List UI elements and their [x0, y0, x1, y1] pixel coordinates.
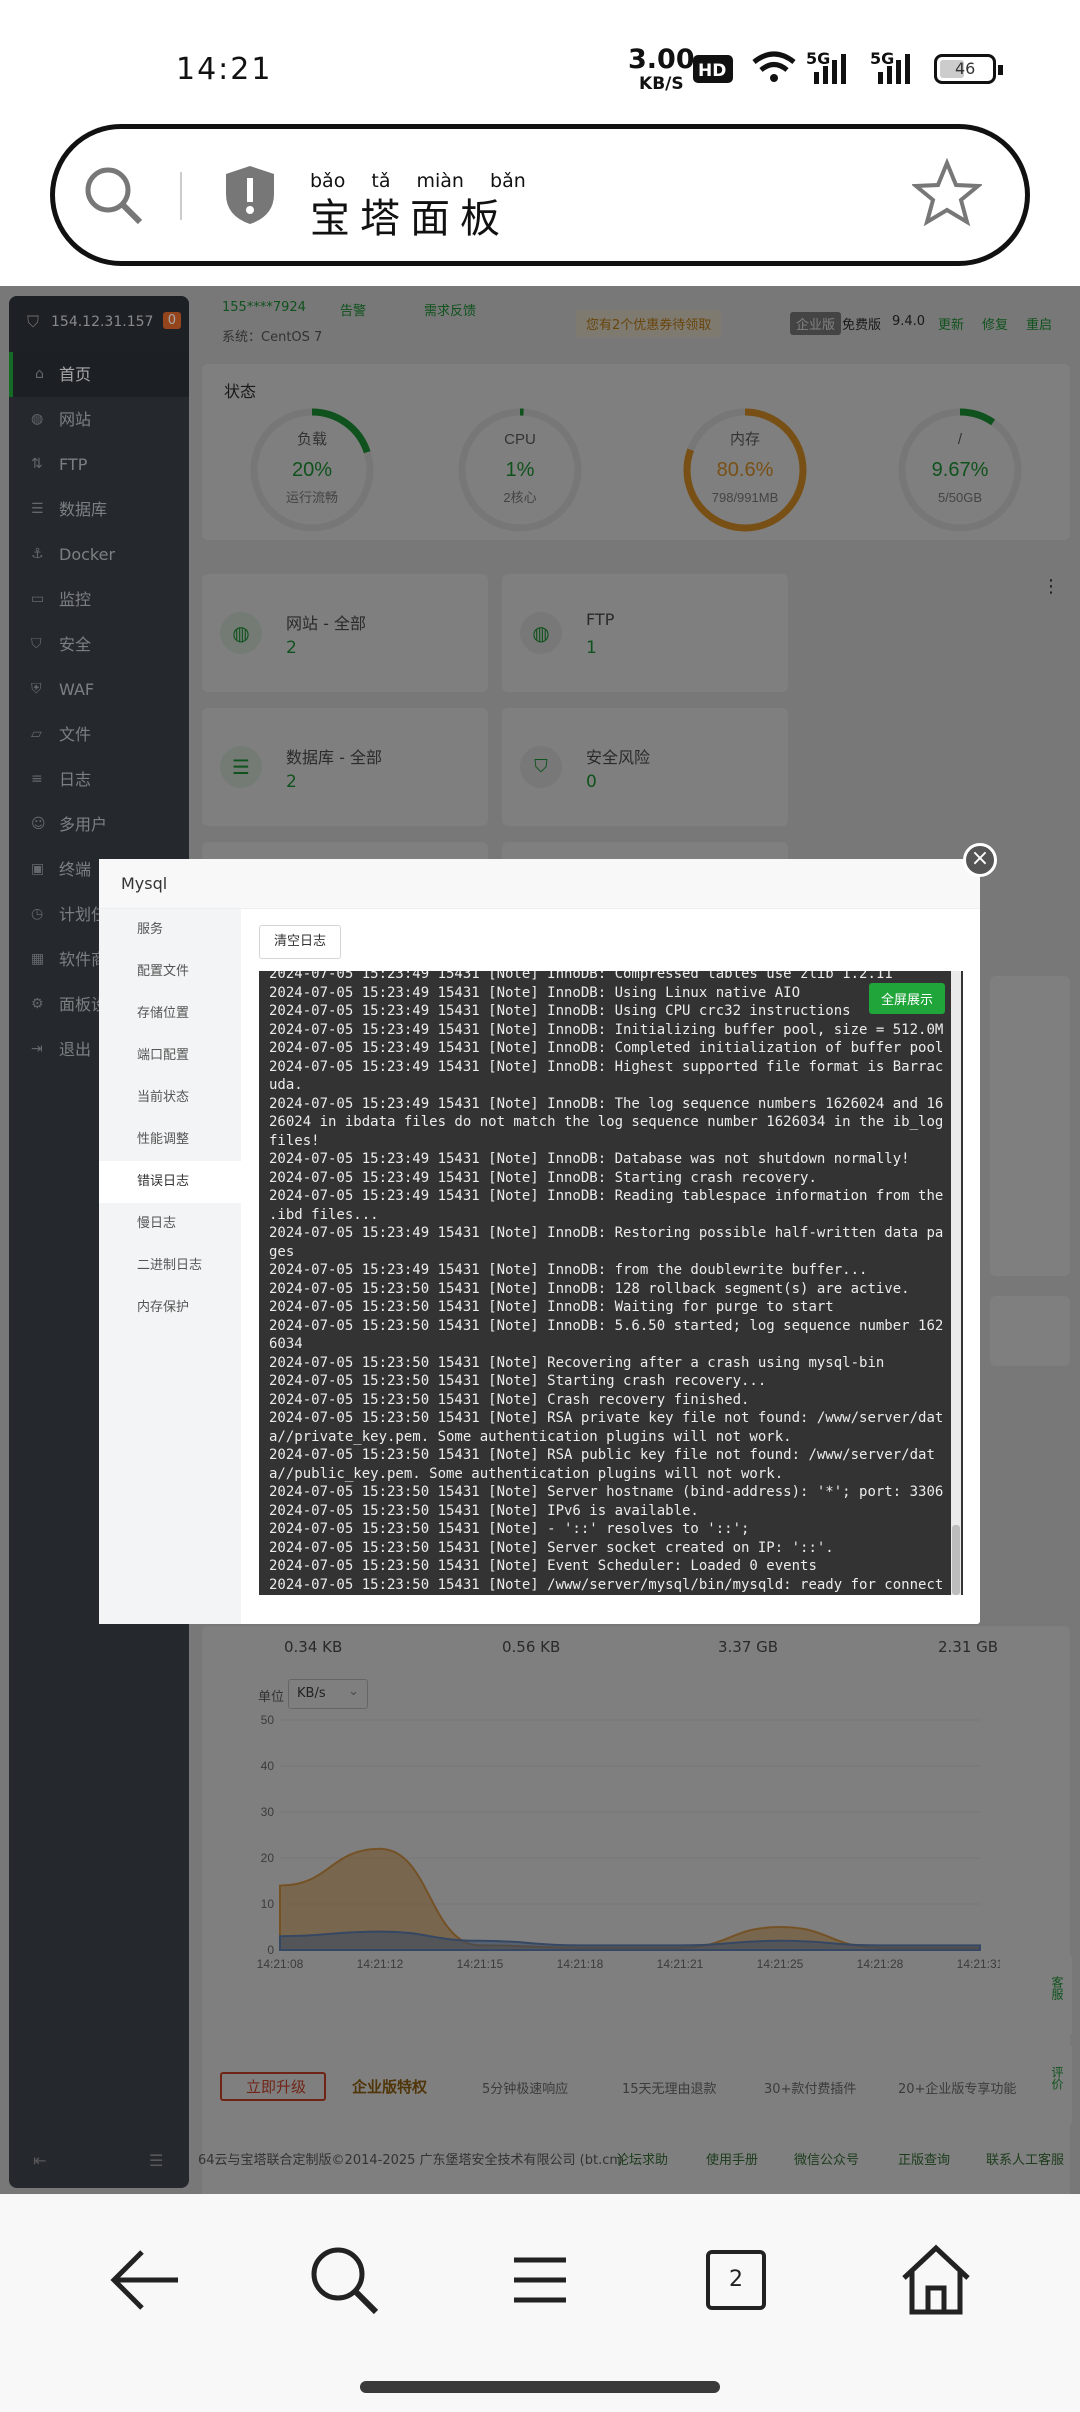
page-title: 宝塔面板	[310, 196, 510, 242]
modal-menu-item[interactable]: 配置文件	[99, 951, 241, 993]
modal-menu: 服务 配置文件 存储位置 端口配置 当前状态 性能调整 错误日志 慢日志 二进制日志 内存保护	[99, 909, 241, 1624]
gesture-bar[interactable]	[360, 2381, 720, 2393]
scrollbar-thumb[interactable]	[952, 1525, 960, 1595]
mysql-modal: Mysql 服务 配置文件 存储位置 端口配置 当前状态 性能调整 错误日志 慢日志 二进制日志…	[99, 859, 980, 1624]
error-log-viewer[interactable]: 2024-07-05 15:23:49 15431 [Note] InnoDB:…	[259, 971, 963, 1595]
modal-menu-item[interactable]: 内存保护	[99, 1287, 241, 1329]
status-bar: 14:21 3.00 KB/S HD 5G 5G 46	[0, 0, 1080, 130]
svg-text:HD: HD	[698, 61, 726, 81]
back-arrow-icon[interactable]	[106, 2240, 186, 2320]
modal-menu-item[interactable]: 错误日志	[99, 1161, 241, 1203]
network-speed: 3.00 KB/S	[628, 46, 695, 96]
close-icon[interactable]: ×	[963, 843, 997, 877]
svg-text:5G: 5G	[806, 49, 830, 68]
modal-menu-item[interactable]: 慢日志	[99, 1203, 241, 1245]
speed-unit: KB/S	[639, 74, 684, 94]
bookmark-star-icon[interactable]	[912, 158, 982, 228]
modal-title: Mysql	[99, 859, 980, 909]
wifi-icon	[752, 51, 796, 82]
modal-menu-item[interactable]: 服务	[99, 909, 241, 951]
modal-menu-item[interactable]: 存储位置	[99, 993, 241, 1035]
clear-log-button[interactable]: 清空日志	[259, 925, 342, 959]
clock: 14:21	[176, 52, 273, 87]
battery-level: 46	[955, 59, 976, 78]
modal-menu-item[interactable]: 当前状态	[99, 1077, 241, 1119]
signal-5g-icon: 5G	[806, 49, 846, 84]
modal-menu-item[interactable]: 性能调整	[99, 1119, 241, 1161]
search-icon[interactable]	[304, 2240, 384, 2320]
divider	[180, 172, 182, 220]
modal-menu-item[interactable]: 端口配置	[99, 1035, 241, 1077]
tabs-button[interactable]: 2	[706, 2250, 766, 2310]
menu-icon[interactable]	[500, 2240, 580, 2320]
scrollbar[interactable]	[951, 971, 961, 1595]
modal-menu-item[interactable]: 二进制日志	[99, 1245, 241, 1287]
address-bar[interactable]	[50, 124, 1030, 266]
speed-value: 3.00	[628, 44, 695, 75]
svg-text:5G: 5G	[870, 49, 894, 68]
battery-icon: 46	[934, 54, 1003, 84]
hd-icon: HD	[693, 55, 733, 83]
search-icon[interactable]	[80, 162, 146, 228]
signal-5g-icon-2: 5G	[870, 49, 910, 84]
fullscreen-button[interactable]: 全屏展示	[868, 983, 945, 1014]
shield-warning-icon[interactable]	[220, 162, 280, 228]
home-icon[interactable]	[896, 2240, 976, 2320]
log-content: 2024-07-05 15:23:49 15431 [Note] InnoDB:…	[269, 971, 944, 1593]
